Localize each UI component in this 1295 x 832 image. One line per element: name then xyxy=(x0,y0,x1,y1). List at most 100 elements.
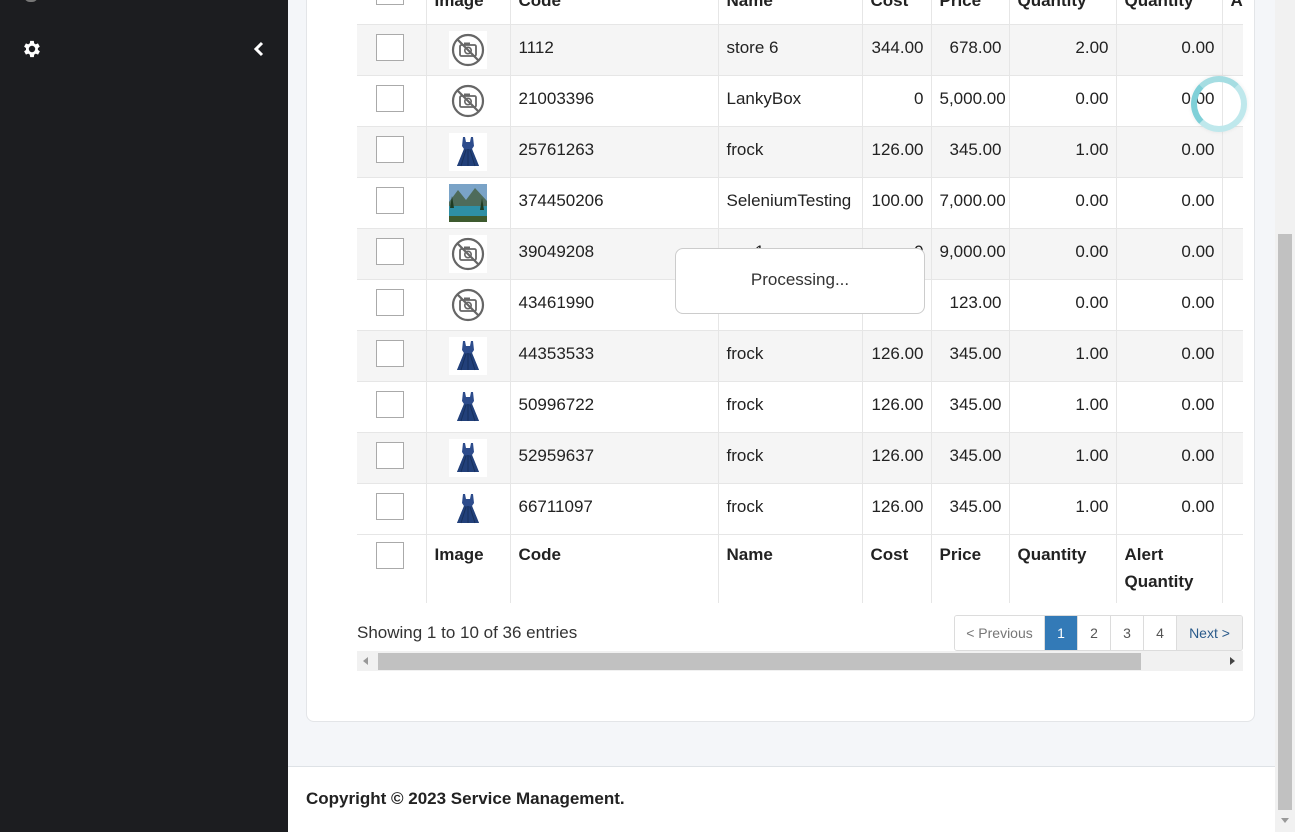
page-button-1[interactable]: 1 xyxy=(1045,616,1078,650)
no-image-icon xyxy=(448,30,487,69)
product-alert-quantity: 0.00 xyxy=(1116,279,1223,331)
product-price: 7,000.00 xyxy=(931,177,1010,229)
product-image-cell xyxy=(426,279,511,331)
products-card: Image Code Name Cost Price Quantity Quan… xyxy=(306,0,1255,722)
table-row[interactable]: 66711097 frock 126.00 345.00 1.00 0.00 xyxy=(357,483,1243,535)
row-checkbox[interactable] xyxy=(376,84,404,112)
product-cost: 126.00 xyxy=(862,330,932,382)
action-button-edge[interactable] xyxy=(1242,189,1243,212)
column-header-quantity[interactable]: Quantity xyxy=(1009,0,1117,25)
action-button-edge[interactable] xyxy=(1242,393,1243,416)
product-code: 50996722 xyxy=(510,381,719,433)
row-actions-cell[interactable] xyxy=(1222,483,1243,535)
product-quantity: 1.00 xyxy=(1009,432,1117,484)
dress-thumbnail xyxy=(448,336,487,375)
product-image-cell xyxy=(426,228,511,280)
product-quantity: 0.00 xyxy=(1009,75,1117,127)
product-image-cell xyxy=(426,330,511,382)
action-button-edge[interactable] xyxy=(1242,138,1243,161)
row-checkbox[interactable] xyxy=(376,135,404,163)
product-alert-quantity: 0.00 xyxy=(1116,330,1223,382)
column-header-name[interactable]: Name xyxy=(718,0,863,25)
horizontal-scroll-thumb[interactable] xyxy=(378,653,1141,670)
scroll-left-arrow-icon[interactable] xyxy=(363,657,368,665)
user-icon[interactable] xyxy=(24,0,38,2)
row-actions-cell[interactable] xyxy=(1222,24,1243,76)
sidebar xyxy=(0,0,288,832)
row-actions-cell[interactable] xyxy=(1222,228,1243,280)
scroll-down-arrow-icon[interactable] xyxy=(1281,818,1289,823)
select-all-checkbox-footer[interactable] xyxy=(376,541,404,569)
page-button-2[interactable]: 2 xyxy=(1078,616,1111,650)
footer-header-cost: Cost xyxy=(862,534,932,603)
product-image-cell xyxy=(426,381,511,433)
table-row[interactable]: 44353533 frock 126.00 345.00 1.00 0.00 xyxy=(357,330,1243,382)
column-header-cost[interactable]: Cost xyxy=(862,0,932,25)
next-page-button[interactable]: Next > xyxy=(1177,616,1242,650)
column-header-price[interactable]: Price xyxy=(931,0,1010,25)
action-button-edge[interactable] xyxy=(1242,240,1243,263)
product-quantity: 1.00 xyxy=(1009,330,1117,382)
scroll-right-arrow-icon[interactable] xyxy=(1230,657,1235,665)
action-button-edge[interactable] xyxy=(1242,36,1243,59)
horizontal-scrollbar[interactable] xyxy=(357,651,1243,671)
action-button-edge[interactable] xyxy=(1242,342,1243,365)
row-actions-cell[interactable] xyxy=(1222,126,1243,178)
product-code: 1112 xyxy=(510,24,719,76)
page-button-4[interactable]: 4 xyxy=(1144,616,1177,650)
chevron-left-icon[interactable] xyxy=(252,41,266,57)
product-image-cell xyxy=(426,75,511,127)
table-row[interactable]: 50996722 frock 126.00 345.00 1.00 0.00 xyxy=(357,381,1243,433)
table-row[interactable]: 25761263 frock 126.00 345.00 1.00 0.00 xyxy=(357,126,1243,178)
vertical-scrollbar[interactable] xyxy=(1275,0,1295,832)
product-alert-quantity: 0.00 xyxy=(1116,483,1223,535)
row-select-cell xyxy=(357,177,427,229)
row-checkbox[interactable] xyxy=(376,441,404,469)
product-cost: 0 xyxy=(862,75,932,127)
row-actions-cell[interactable] xyxy=(1222,381,1243,433)
column-header-code[interactable]: Code xyxy=(510,0,719,25)
processing-indicator: Processing... xyxy=(675,248,925,314)
product-cost: 126.00 xyxy=(862,432,932,484)
table-row[interactable]: 21003396 LankyBox 0 5,000.00 0.00 0.00 xyxy=(357,75,1243,127)
product-image-cell xyxy=(426,483,511,535)
row-checkbox[interactable] xyxy=(376,33,404,61)
row-checkbox[interactable] xyxy=(376,390,404,418)
product-cost: 100.00 xyxy=(862,177,932,229)
action-button-edge[interactable] xyxy=(1242,291,1243,314)
column-header-actions[interactable]: A xyxy=(1222,0,1243,25)
row-actions-cell[interactable] xyxy=(1222,432,1243,484)
gear-icon[interactable] xyxy=(21,38,43,60)
row-actions-cell[interactable] xyxy=(1222,330,1243,382)
previous-page-button[interactable]: < Previous xyxy=(955,616,1045,650)
product-name: store 6 xyxy=(718,24,863,76)
copyright-text: Copyright © 2023 Service Management. xyxy=(306,789,625,808)
dress-thumbnail xyxy=(448,438,487,477)
action-button-edge[interactable] xyxy=(1242,495,1243,518)
row-checkbox[interactable] xyxy=(376,339,404,367)
select-all-checkbox[interactable] xyxy=(376,0,404,5)
pagination: < Previous 1 2 3 4 Next > xyxy=(954,615,1243,651)
table-row[interactable]: 1112 store 6 344.00 678.00 2.00 0.00 xyxy=(357,24,1243,76)
column-header-image[interactable]: Image xyxy=(426,0,511,25)
product-name: frock xyxy=(718,126,863,178)
vertical-scroll-thumb[interactable] xyxy=(1278,234,1292,810)
row-select-cell xyxy=(357,432,427,484)
landscape-thumbnail xyxy=(448,183,487,222)
product-price: 345.00 xyxy=(931,126,1010,178)
row-checkbox[interactable] xyxy=(376,186,404,214)
row-checkbox[interactable] xyxy=(376,492,404,520)
row-checkbox[interactable] xyxy=(376,237,404,265)
table-row[interactable]: 52959637 frock 126.00 345.00 1.00 0.00 xyxy=(357,432,1243,484)
action-button-edge[interactable] xyxy=(1242,444,1243,467)
row-checkbox[interactable] xyxy=(376,288,404,316)
page-button-3[interactable]: 3 xyxy=(1111,616,1144,650)
product-quantity: 1.00 xyxy=(1009,126,1117,178)
product-quantity: 0.00 xyxy=(1009,177,1117,229)
table-row[interactable]: 374450206 SeleniumTesting 100.00 7,000.00 0.… xyxy=(357,177,1243,229)
row-actions-cell[interactable] xyxy=(1222,177,1243,229)
column-header-alert-quantity[interactable]: Quantity xyxy=(1116,0,1223,25)
page-footer: Copyright © 2023 Service Management. xyxy=(288,766,1275,832)
row-actions-cell[interactable] xyxy=(1222,279,1243,331)
footer-header-price: Price xyxy=(931,534,1010,603)
